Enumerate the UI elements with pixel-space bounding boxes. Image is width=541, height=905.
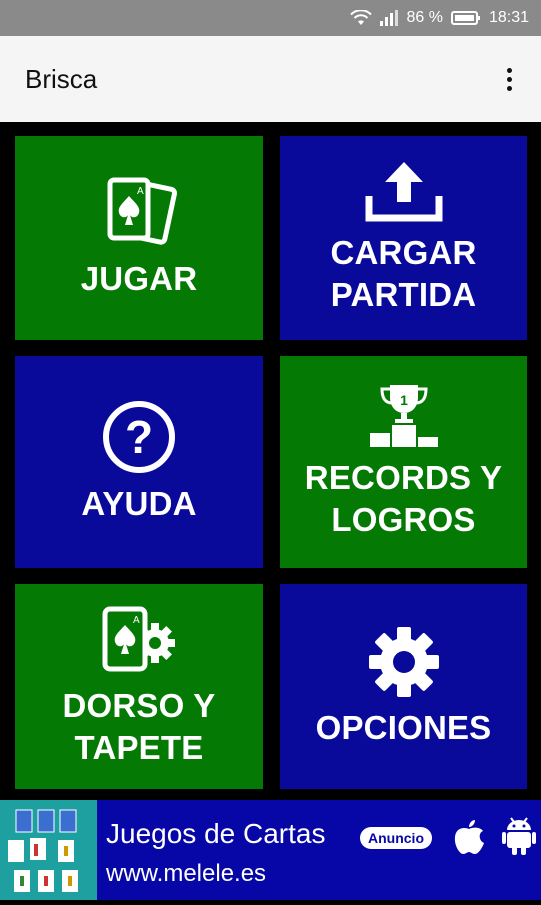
menu-grid: A JUGAR CARGAR PARTIDA ? AYUDA 1 RECORDS… <box>0 122 541 800</box>
card-back-table-button[interactable]: A DORSO Y TAPETE <box>15 584 263 789</box>
app-title: Brisca <box>25 63 98 94</box>
options-label: OPCIONES <box>315 708 492 746</box>
load-game-button[interactable]: CARGAR PARTIDA <box>280 136 527 340</box>
help-button[interactable]: ? AYUDA <box>15 356 263 568</box>
android-icon <box>502 816 536 861</box>
load-game-label: CARGAR PARTIDA <box>330 234 477 313</box>
options-button[interactable]: OPCIONES <box>280 584 527 789</box>
records-label: RECORDS Y LOGROS <box>304 459 503 538</box>
ad-image <box>0 800 97 900</box>
svg-text:A: A <box>137 186 144 197</box>
ad-banner[interactable]: Juegos de Cartas www.melele.es Anuncio <box>0 800 541 900</box>
help-icon: ? <box>101 399 177 475</box>
svg-text:A: A <box>133 615 140 626</box>
ad-title: Juegos de Cartas <box>106 818 326 849</box>
battery-percent: 86 % <box>406 9 443 26</box>
help-label: AYUDA <box>81 485 197 522</box>
trophy-podium-icon: 1 <box>366 383 442 449</box>
card-back-table-label: DORSO Y TAPETE <box>62 686 216 766</box>
svg-text:?: ? <box>125 411 153 463</box>
svg-text:1: 1 <box>400 392 408 408</box>
records-button[interactable]: 1 RECORDS Y LOGROS <box>280 356 527 568</box>
app-bar: Brisca <box>0 36 541 122</box>
cards-icon: A <box>100 176 178 250</box>
play-label: JUGAR <box>80 260 198 297</box>
clock: 18:31 <box>488 9 529 26</box>
upload-icon <box>365 160 443 224</box>
ad-url: www.melele.es <box>106 860 267 887</box>
card-gear-icon: A <box>99 605 179 677</box>
gear-icon <box>367 625 441 699</box>
ad-badge: Anuncio <box>360 827 432 849</box>
signal-icon <box>380 10 399 26</box>
more-vert-icon[interactable] <box>497 64 521 94</box>
play-button[interactable]: A JUGAR <box>15 136 263 340</box>
status-bar: 86 % 18:31 <box>0 0 541 36</box>
wifi-icon <box>350 10 373 26</box>
apple-icon <box>452 818 486 861</box>
battery-icon <box>450 10 481 26</box>
